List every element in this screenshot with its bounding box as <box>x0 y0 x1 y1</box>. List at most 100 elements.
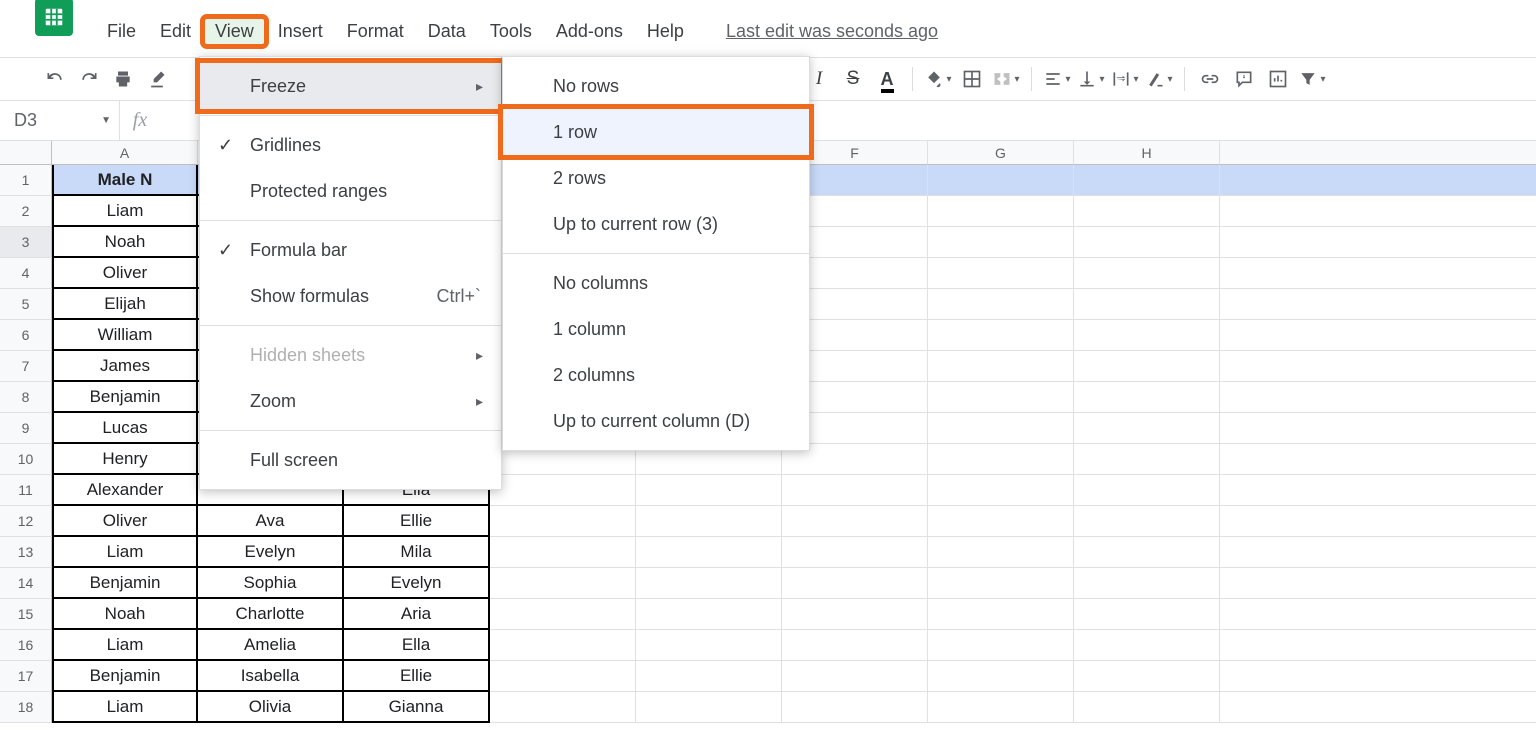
cell[interactable] <box>1074 227 1220 258</box>
cell[interactable] <box>928 351 1074 382</box>
fill-color-button[interactable]: ▾ <box>923 64 953 94</box>
row-head[interactable]: 2 <box>0 196 52 227</box>
cell[interactable]: Isabella <box>198 661 344 692</box>
cell[interactable] <box>1220 165 1536 196</box>
filter-button[interactable]: ▾ <box>1297 64 1327 94</box>
cell[interactable]: Liam <box>52 196 198 227</box>
cell[interactable]: Mila <box>344 537 490 568</box>
link-button[interactable] <box>1195 64 1225 94</box>
redo-button[interactable] <box>74 64 104 94</box>
freeze-1-column[interactable]: 1 column <box>503 306 809 352</box>
row-head[interactable]: 18 <box>0 692 52 723</box>
cell[interactable] <box>1074 413 1220 444</box>
select-all-corner[interactable] <box>0 141 52 165</box>
cell[interactable]: Aria <box>344 599 490 630</box>
cell[interactable] <box>1220 413 1536 444</box>
freeze-no-rows[interactable]: No rows <box>503 63 809 109</box>
print-button[interactable] <box>108 64 138 94</box>
menu-edit[interactable]: Edit <box>148 17 203 46</box>
cell[interactable] <box>490 568 636 599</box>
freeze-no-columns[interactable]: No columns <box>503 260 809 306</box>
cell[interactable] <box>928 413 1074 444</box>
name-box[interactable]: D3 ▼ <box>0 101 120 140</box>
cell[interactable]: Liam <box>52 630 198 661</box>
cell[interactable] <box>928 289 1074 320</box>
cell[interactable] <box>1220 351 1536 382</box>
last-edit-link[interactable]: Last edit was seconds ago <box>726 21 938 42</box>
cell[interactable]: Benjamin <box>52 382 198 413</box>
cell[interactable]: Male N <box>52 165 198 196</box>
row-head[interactable]: 16 <box>0 630 52 661</box>
cell[interactable] <box>1220 258 1536 289</box>
cell[interactable] <box>928 196 1074 227</box>
cell[interactable] <box>1074 475 1220 506</box>
menu-format[interactable]: Format <box>335 17 416 46</box>
row-head[interactable]: 13 <box>0 537 52 568</box>
cell[interactable]: Charlotte <box>198 599 344 630</box>
cell[interactable] <box>1074 289 1220 320</box>
row-head[interactable]: 4 <box>0 258 52 289</box>
cell[interactable] <box>1074 661 1220 692</box>
cell[interactable] <box>928 630 1074 661</box>
row-head[interactable]: 10 <box>0 444 52 475</box>
cell[interactable] <box>636 599 782 630</box>
cell[interactable] <box>1074 630 1220 661</box>
cell[interactable] <box>782 661 928 692</box>
cell[interactable] <box>1220 537 1536 568</box>
cell[interactable] <box>782 537 928 568</box>
view-protected-ranges[interactable]: Protected ranges <box>200 168 501 214</box>
col-head-g[interactable]: G <box>928 141 1074 165</box>
cell[interactable] <box>928 444 1074 475</box>
cell[interactable]: Oliver <box>52 506 198 537</box>
cell[interactable] <box>928 258 1074 289</box>
cell[interactable] <box>490 599 636 630</box>
row-head[interactable]: 5 <box>0 289 52 320</box>
cell[interactable] <box>1220 382 1536 413</box>
cell[interactable] <box>928 165 1074 196</box>
cell[interactable]: Ellie <box>344 661 490 692</box>
row-head[interactable]: 15 <box>0 599 52 630</box>
cell[interactable]: Sophia <box>198 568 344 599</box>
view-zoom[interactable]: Zoom <box>200 378 501 424</box>
cell[interactable]: Benjamin <box>52 568 198 599</box>
cell[interactable] <box>1074 351 1220 382</box>
cell[interactable] <box>1220 444 1536 475</box>
cell[interactable] <box>1074 165 1220 196</box>
cell[interactable] <box>1220 599 1536 630</box>
cell[interactable] <box>928 320 1074 351</box>
row-head[interactable]: 17 <box>0 661 52 692</box>
cell[interactable] <box>1074 382 1220 413</box>
cell[interactable] <box>1220 227 1536 258</box>
view-full-screen[interactable]: Full screen <box>200 437 501 483</box>
cell[interactable]: James <box>52 351 198 382</box>
cell[interactable] <box>1220 506 1536 537</box>
cell[interactable] <box>782 568 928 599</box>
cell[interactable] <box>490 537 636 568</box>
col-head-a[interactable]: A <box>52 141 198 165</box>
row-head[interactable]: 12 <box>0 506 52 537</box>
cell[interactable] <box>782 506 928 537</box>
cell[interactable]: Ellie <box>344 506 490 537</box>
cell[interactable] <box>636 475 782 506</box>
cell[interactable]: Noah <box>52 227 198 258</box>
menu-data[interactable]: Data <box>416 17 478 46</box>
cell[interactable] <box>1220 475 1536 506</box>
paint-format-button[interactable] <box>142 64 172 94</box>
freeze-up-to-column[interactable]: Up to current column (D) <box>503 398 809 444</box>
cell[interactable] <box>928 692 1074 723</box>
cell[interactable] <box>1074 506 1220 537</box>
cell[interactable] <box>1074 568 1220 599</box>
menu-file[interactable]: File <box>95 17 148 46</box>
cell[interactable] <box>782 630 928 661</box>
freeze-2-columns[interactable]: 2 columns <box>503 352 809 398</box>
cell[interactable] <box>782 599 928 630</box>
cell[interactable] <box>490 506 636 537</box>
cell[interactable] <box>1074 196 1220 227</box>
cell[interactable] <box>636 692 782 723</box>
borders-button[interactable] <box>957 64 987 94</box>
sheets-logo[interactable] <box>35 0 73 36</box>
view-show-formulas[interactable]: Show formulas Ctrl+` <box>200 273 501 319</box>
row-head[interactable]: 8 <box>0 382 52 413</box>
cell[interactable]: Elijah <box>52 289 198 320</box>
view-freeze[interactable]: Freeze <box>200 63 501 109</box>
